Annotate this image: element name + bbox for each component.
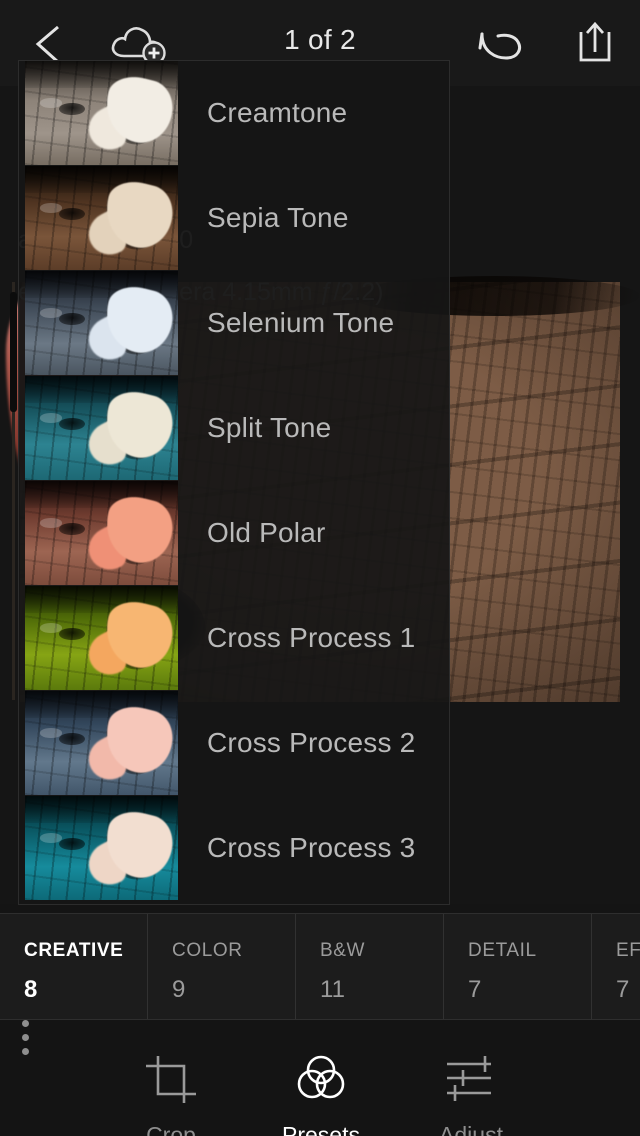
preset-item-label: Cross Process 2 [207,727,416,758]
category-tab-label: CREATIVE [24,940,124,961]
preset-list-item[interactable]: Sepia Tone [207,166,447,270]
category-tab-label: B&W [320,940,366,961]
category-tab-count: 8 [24,976,38,1003]
app-root: at ƒ/2.3, ISO 40 e 5s back camera 4.15mm… [0,0,640,1136]
crop-icon [146,1056,196,1103]
category-tab-label: EFF [616,940,640,961]
share-export-icon[interactable] [566,18,624,68]
category-tab-b-w[interactable]: B&W 11 [296,914,444,1019]
preset-list: Creamtone Sepia Tone Selenium Tone Split To… [19,61,449,904]
toolbar-label-presets: Presets [282,1122,360,1136]
preset-item-label: Cross Process 1 [207,622,416,653]
presets-icon [297,1055,345,1099]
toolbar-item-adjust[interactable]: Adjust [416,1050,526,1136]
preset-list-item[interactable]: Cross Process 2 [207,691,447,795]
preset-category-tabs: CREATIVE 8 COLOR 9 B&W 11 DETAIL 7 EFF 7 [0,913,640,1020]
adjust-sliders-icon [447,1056,491,1101]
toolbar-item-presets[interactable]: Presets [266,1050,376,1136]
scrollbar-thumb[interactable] [10,292,17,412]
preset-item-label: Cross Process 3 [207,832,416,863]
category-tab-label: COLOR [172,940,243,961]
toolbar-label-adjust: Adjust [439,1122,503,1136]
preset-list-item[interactable]: Split Tone [207,376,447,480]
category-tab-count: 9 [172,976,186,1003]
undo-arrow-icon[interactable] [472,22,528,66]
category-tab-creative[interactable]: CREATIVE 8 [0,914,148,1019]
preset-item-label: Sepia Tone [207,202,349,233]
menu-dot [21,1020,29,1027]
category-tab-color[interactable]: COLOR 9 [148,914,296,1019]
page-title: 1 of 2 [284,24,356,55]
menu-dot [21,1034,29,1041]
toolbar-label-crop: Crop [146,1122,196,1136]
preset-item-label: Split Tone [207,412,332,443]
category-tab-count: 7 [468,976,482,1003]
preset-item-label: Creamtone [207,97,348,128]
preset-list-item[interactable]: Selenium Tone [207,271,447,375]
preset-list-item[interactable]: Old Polar [207,481,447,585]
toolbar-item-crop[interactable]: Crop [116,1050,226,1136]
category-tab-detail[interactable]: DETAIL 7 [444,914,592,1019]
category-tab-count: 11 [320,976,345,1003]
preset-list-item[interactable]: Cross Process 1 [207,586,447,690]
preset-list-item[interactable]: Cross Process 3 [207,796,447,900]
bottom-toolbar: Crop Presets Adjust [0,1020,640,1136]
overflow-menu-icon[interactable] [0,1020,50,1080]
category-tab-eff[interactable]: EFF 7 [592,914,640,1019]
preset-item-label: Old Polar [207,517,326,548]
preset-list-item[interactable]: Creamtone [207,61,447,165]
category-tab-label: DETAIL [468,940,537,961]
preset-item-label: Selenium Tone [207,307,395,338]
menu-dot [21,1048,29,1055]
category-tab-count: 7 [616,976,630,1003]
presets-dropdown-panel[interactable]: Creamtone Sepia Tone Selenium Tone Split To… [18,60,450,905]
